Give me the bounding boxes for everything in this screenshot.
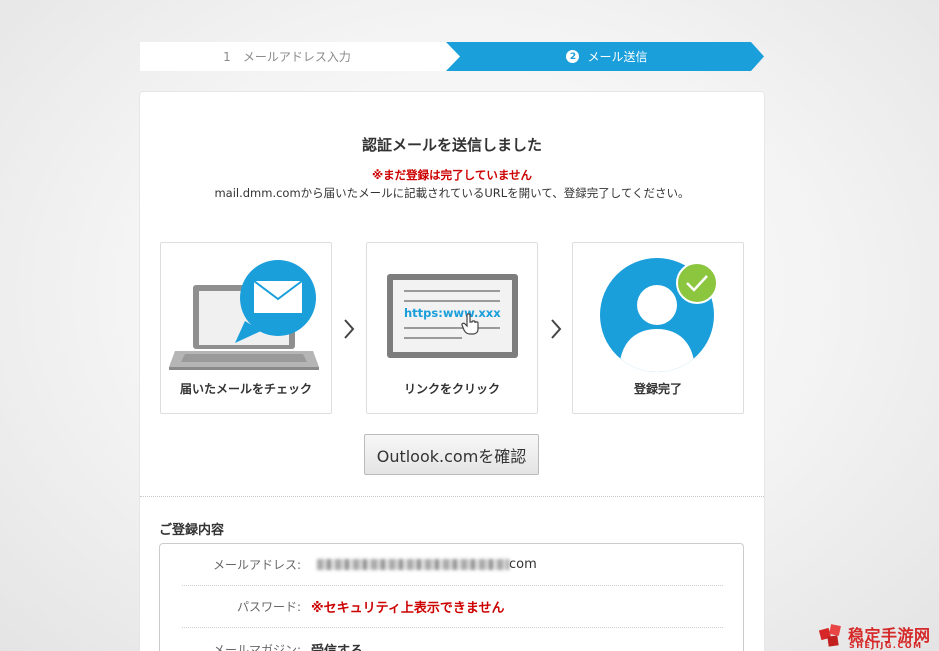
step1-label: メールアドレス入力 [242, 50, 351, 64]
hand-pointer-icon [461, 313, 479, 335]
row-email: メールアドレス: com [182, 544, 723, 586]
link-url-text: https:www.xxx [404, 306, 501, 320]
registration-section-title: ご登録内容 [159, 523, 225, 538]
watermark-subtext: SHEJIJG.COM [849, 641, 923, 650]
user-check-icon [600, 258, 718, 372]
watermark: 稳定手游网 SHEJIJG.COM [818, 622, 939, 651]
redacted-email [317, 559, 509, 570]
section-divider [140, 496, 764, 497]
progress-stepper: 1 メールアドレス入力 2 メール送信 [140, 42, 764, 71]
email-value: com [311, 557, 537, 572]
step-email-sent: 2 メール送信 [446, 42, 764, 71]
step-box-complete: 登録完了 [572, 242, 744, 414]
row-newsletter: メールマガジン: 受信する [182, 628, 723, 651]
step-label-complete: 登録完了 [633, 382, 682, 396]
row-password: パスワード: ※セキュリティ上表示できません [182, 586, 723, 628]
registration-details-panel: メールアドレス: com パスワード: ※セキュリティ上表示できません メールマ… [159, 543, 744, 651]
page-title: 認証メールを送信しました [361, 136, 542, 154]
password-value: ※セキュリティ上表示できません [311, 601, 505, 616]
chevron-right-icon [551, 319, 562, 339]
email-label: メールアドレス: [212, 558, 301, 572]
warning-text: ※まだ登録は完了していません [372, 168, 532, 182]
laptop-mail-icon [169, 260, 319, 370]
watermark-logo-icon [818, 624, 841, 647]
newsletter-value: 受信する [311, 643, 364, 651]
step-label-check-mail: 届いたメールをチェック [179, 382, 312, 396]
step-box-check-mail: 届いたメールをチェック [160, 242, 332, 414]
newsletter-label: メールマガジン: [212, 642, 301, 651]
step-box-click-link: https:www.xxx リンクをクリック [366, 242, 538, 414]
step-label-click-link: リンクをクリック [403, 382, 500, 396]
email-domain-tail: com [509, 557, 537, 572]
chevron-right-icon [344, 319, 355, 339]
instruction-text: mail.dmm.comから届いたメールに記載されているURLを開いて、登録完了… [214, 186, 690, 200]
password-label: パスワード: [236, 600, 301, 614]
step2-label: メール送信 [587, 50, 648, 64]
open-outlook-button[interactable]: Outlook.comを確認 [364, 434, 539, 475]
step1-number: 1 [223, 49, 231, 64]
step2-number: 2 [566, 50, 580, 63]
step-email-input: 1 メールアドレス入力 [140, 42, 460, 71]
confirmation-card: 認証メールを送信しました ※まだ登録は完了していません mail.dmm.com… [140, 92, 764, 651]
